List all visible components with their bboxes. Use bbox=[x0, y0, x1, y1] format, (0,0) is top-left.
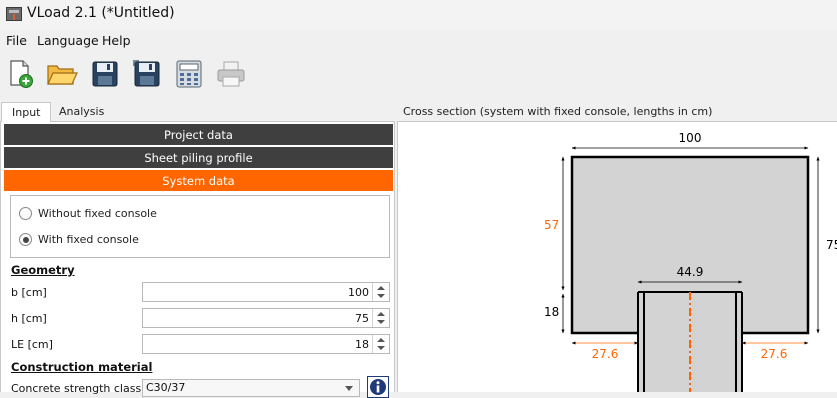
radio-without-fixed-console[interactable]: Without fixed console bbox=[19, 207, 157, 220]
dim-top-label: 57 bbox=[544, 218, 559, 232]
le-input[interactable]: 18 bbox=[142, 334, 390, 354]
open-button[interactable] bbox=[46, 58, 78, 90]
cross-section-drawing: 100 75 57 18 44.9 27.6 27.6 bbox=[397, 122, 837, 392]
concrete-strength-value: C30/37 bbox=[146, 381, 186, 394]
h-label: h [cm] bbox=[11, 312, 47, 325]
dim-inner-label: 44.9 bbox=[677, 265, 704, 279]
input-panel: Input Analysis Project data Sheet piling… bbox=[0, 100, 395, 398]
app-icon bbox=[6, 7, 22, 21]
stepper-down-icon[interactable] bbox=[377, 346, 385, 350]
window-title: VLoad 2.1 (*Untitled) bbox=[27, 5, 175, 21]
construction-material-heading: Construction material bbox=[11, 360, 153, 374]
chevron-down-icon bbox=[345, 386, 353, 391]
input-content: Project data Sheet piling profile System… bbox=[0, 122, 395, 398]
new-file-button[interactable] bbox=[5, 58, 37, 90]
cross-section-svg: 100 75 57 18 44.9 27.6 27.6 bbox=[544, 131, 837, 392]
b-value: 100 bbox=[348, 286, 369, 299]
dim-right-label: 27.6 bbox=[761, 347, 788, 361]
h-input[interactable]: 75 bbox=[142, 308, 390, 328]
h-stepper[interactable] bbox=[372, 309, 389, 327]
print-icon bbox=[217, 61, 245, 87]
b-input[interactable]: 100 bbox=[142, 282, 390, 302]
b-stepper[interactable] bbox=[372, 283, 389, 301]
menu-help[interactable]: Help bbox=[102, 33, 131, 48]
dim-bottom-label: 18 bbox=[544, 305, 559, 319]
concrete-strength-label: Concrete strength class bbox=[11, 382, 142, 395]
save-as-button[interactable] bbox=[131, 58, 163, 90]
menu-language[interactable]: Language bbox=[37, 33, 99, 48]
section-project-data[interactable]: Project data bbox=[4, 124, 393, 145]
print-button[interactable] bbox=[215, 58, 247, 90]
le-label: LE [cm] bbox=[11, 338, 53, 351]
radio-label: Without fixed console bbox=[38, 207, 157, 220]
radio-button-checked-icon bbox=[19, 233, 32, 246]
le-stepper[interactable] bbox=[372, 335, 389, 353]
calculate-button[interactable] bbox=[173, 58, 205, 90]
menu-file[interactable]: File bbox=[6, 33, 27, 48]
info-button[interactable] bbox=[367, 376, 389, 398]
info-icon bbox=[370, 379, 386, 395]
le-value: 18 bbox=[355, 338, 369, 351]
dim-height-label: 75 bbox=[826, 238, 837, 252]
save-button[interactable] bbox=[89, 58, 121, 90]
dim-width-label: 100 bbox=[679, 131, 702, 145]
section-system-data[interactable]: System data bbox=[4, 170, 393, 191]
cross-section-panel: Cross section (system with fixed console… bbox=[397, 100, 837, 392]
tab-bar: Input Analysis bbox=[0, 100, 395, 123]
geometry-heading: Geometry bbox=[11, 263, 75, 277]
calculator-icon bbox=[176, 60, 202, 88]
concrete-strength-select[interactable]: C30/37 bbox=[142, 379, 360, 397]
new-file-icon bbox=[10, 60, 33, 88]
cross-section-title: Cross section (system with fixed console… bbox=[403, 105, 713, 118]
save-icon bbox=[92, 61, 118, 87]
section-sheet-piling-profile[interactable]: Sheet piling profile bbox=[4, 147, 393, 168]
menu-bar: File Language Help bbox=[0, 32, 837, 50]
stepper-up-icon[interactable] bbox=[377, 338, 385, 342]
stepper-down-icon[interactable] bbox=[377, 320, 385, 324]
stepper-up-icon[interactable] bbox=[377, 286, 385, 290]
save-as-icon bbox=[133, 60, 160, 87]
title-bar: VLoad 2.1 (*Untitled) bbox=[0, 0, 837, 30]
h-value: 75 bbox=[355, 312, 369, 325]
system-option-group: Without fixed console With fixed console bbox=[10, 195, 390, 258]
radio-label: With fixed console bbox=[38, 233, 139, 246]
open-folder-icon bbox=[47, 65, 78, 85]
stepper-up-icon[interactable] bbox=[377, 312, 385, 316]
radio-with-fixed-console[interactable]: With fixed console bbox=[19, 233, 139, 246]
stepper-down-icon[interactable] bbox=[377, 294, 385, 298]
radio-button-icon bbox=[19, 207, 32, 220]
tab-input[interactable]: Input bbox=[1, 102, 52, 123]
tab-analysis[interactable]: Analysis bbox=[49, 102, 114, 123]
b-label: b [cm] bbox=[11, 286, 47, 299]
toolbar bbox=[0, 56, 837, 92]
dim-left-label: 27.6 bbox=[592, 347, 619, 361]
cross-section-header: Cross section (system with fixed console… bbox=[397, 100, 837, 122]
